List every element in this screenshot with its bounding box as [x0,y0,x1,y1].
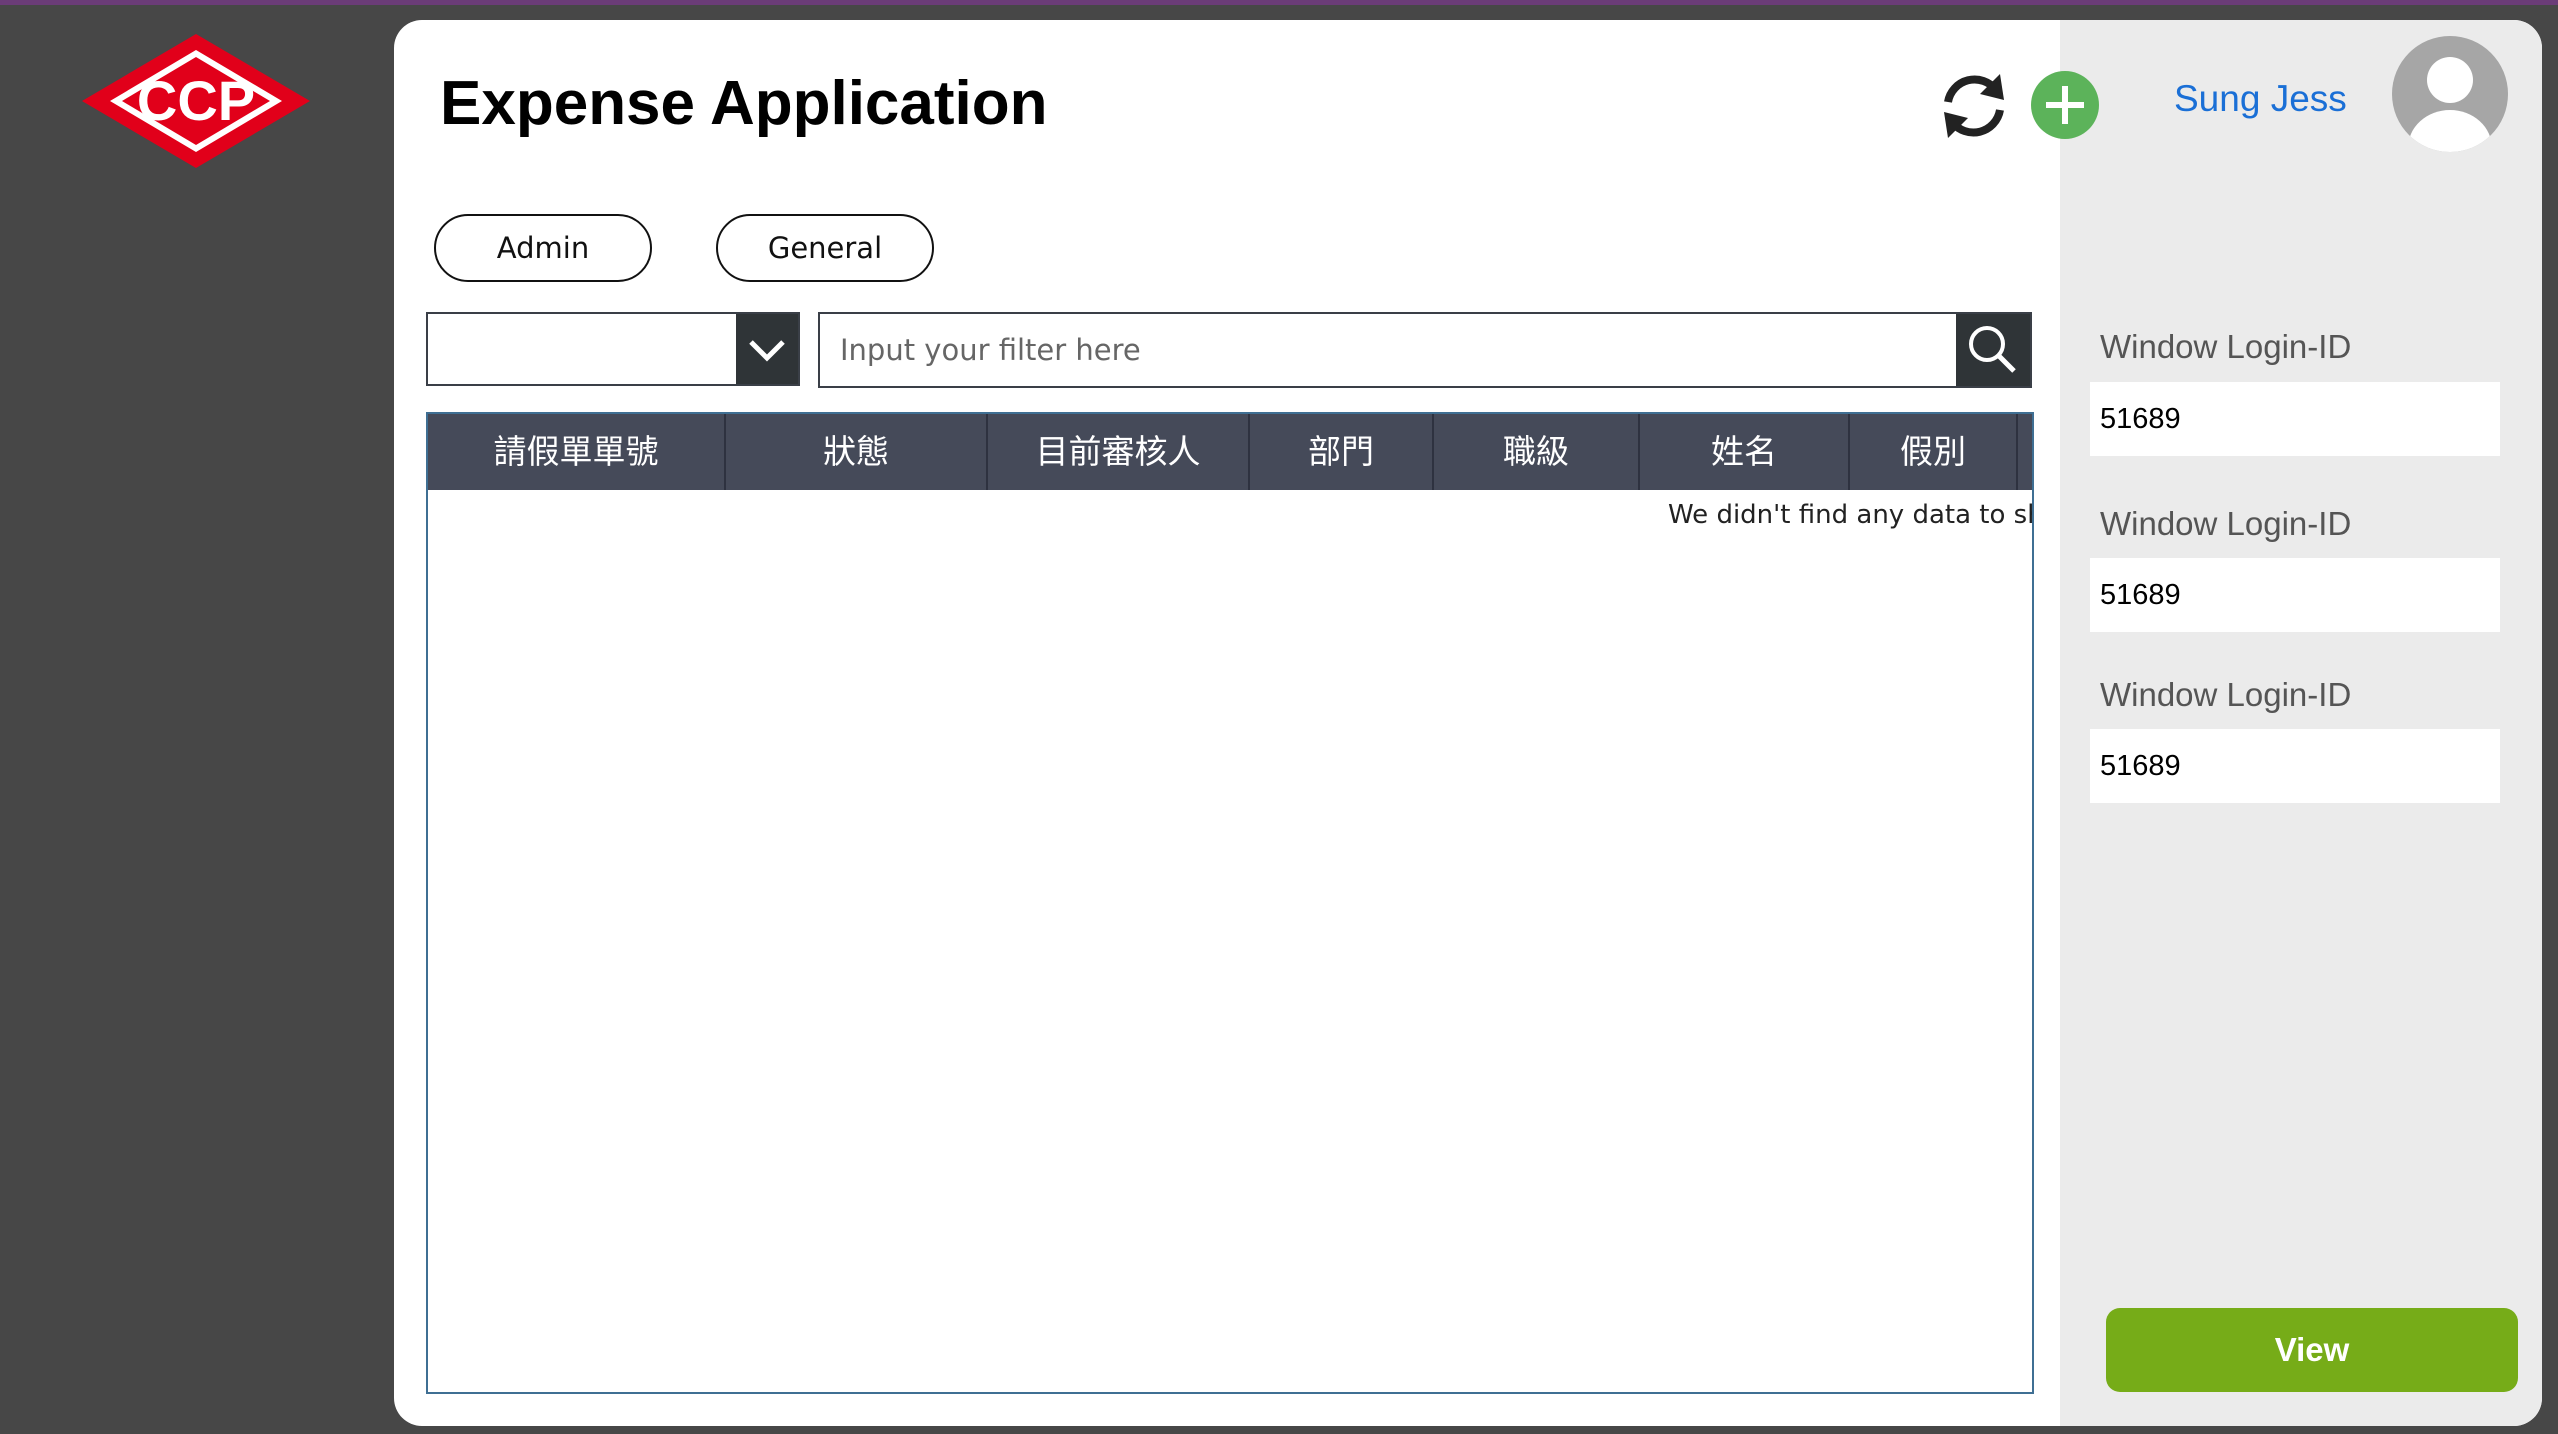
ccp-logo: CCP [82,34,310,168]
login-id-label: Window Login-ID [2100,328,2352,365]
search-icon [1969,326,2016,373]
login-id-value: 51689 [2090,558,2500,632]
column-header[interactable]: 請假單單號 [428,414,726,490]
login-id-label: Window Login-ID [2100,676,2352,713]
plus-circle-icon[interactable] [2030,70,2100,140]
window-top-border [0,0,2558,5]
login-id-value: 51689 [2090,729,2500,803]
column-header[interactable]: 假別 [1850,414,2018,490]
empty-table-message: We didn't find any data to show [1668,500,2032,530]
search-input[interactable] [820,314,1960,386]
column-header[interactable]: 目前審核人 [988,414,1250,490]
refresh-icon[interactable] [1934,66,2014,146]
table-header-row: 請假單單號 狀態 目前審核人 部門 職級 姓名 假別 [428,414,2032,490]
column-header[interactable]: 姓名 [1640,414,1850,490]
login-id-label: Window Login-ID [2100,505,2352,542]
login-id-value: 51689 [2090,382,2500,456]
dropdown-toggle[interactable] [736,314,798,384]
view-button[interactable]: View [2106,1308,2518,1392]
main-card: Expense Application Sung Jess Admin Gene… [394,20,2542,1426]
user-name-link[interactable]: Sung Jess [2174,78,2347,120]
column-header[interactable]: 部門 [1250,414,1434,490]
user-avatar-icon[interactable] [2392,36,2508,152]
search-box [818,312,2032,388]
logo-text: CCP [137,69,255,132]
side-panel [2060,20,2542,1426]
column-header[interactable]: 狀態 [726,414,988,490]
column-header[interactable]: 職級 [1434,414,1640,490]
general-filter-button[interactable]: General [716,214,934,282]
chevron-down-icon [749,340,785,362]
search-button[interactable] [1956,314,2030,386]
admin-filter-button[interactable]: Admin [434,214,652,282]
category-dropdown[interactable] [426,312,800,386]
page-title: Expense Application [440,69,1048,138]
data-table: 請假單單號 狀態 目前審核人 部門 職級 姓名 假別 We didn't fin… [426,412,2034,1394]
